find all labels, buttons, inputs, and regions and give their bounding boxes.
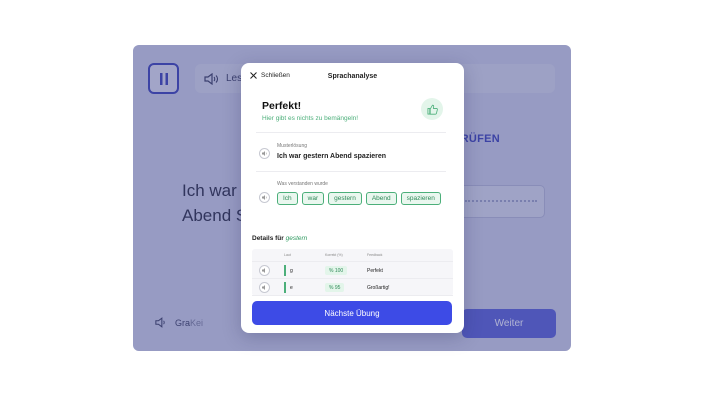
table-row: g % 100 Perfekt [252, 262, 453, 279]
speaker-icon [261, 285, 265, 290]
play-recording-button[interactable] [259, 192, 270, 203]
modal-header: Schließen Sprachanalyse [241, 63, 464, 91]
phoneme-table: Laut Korrekt (%) Feedback g % 100 Perfek… [252, 249, 453, 296]
modal-title: Sprachanalyse [327, 73, 378, 80]
table-row: e % 95 Großartig! [252, 279, 453, 296]
speaker-icon [261, 195, 267, 200]
play-sound-button[interactable] [259, 265, 270, 276]
word-chip[interactable]: Ich [277, 192, 298, 205]
recognized-words: Ich war gestern Abend spazieren [277, 192, 441, 205]
score-bar [284, 282, 286, 293]
thumbs-up-icon [427, 104, 438, 115]
thumbs-up-badge [421, 98, 443, 120]
solution-text: Ich war gestern Abend spazieren [277, 153, 387, 160]
screen: Lese Ich war Abend S PRÜFEN GraKei Weite… [0, 0, 704, 396]
speaker-icon [261, 268, 265, 273]
details-word: gestern [285, 235, 308, 242]
divider [256, 171, 446, 172]
result-title: Perfekt! [262, 100, 302, 112]
play-sound-button[interactable] [259, 282, 270, 293]
play-solution-button[interactable] [259, 148, 270, 159]
understood-label: Was verstanden wurde [277, 181, 328, 187]
speaker-icon [261, 151, 267, 156]
word-chip[interactable]: spazieren [400, 192, 441, 205]
word-chip[interactable]: Abend [365, 192, 397, 205]
next-exercise-button[interactable]: Nächste Übung [252, 301, 452, 325]
score-badge: % 95 [325, 283, 345, 292]
table-header: Laut Korrekt (%) Feedback [252, 249, 453, 262]
divider [256, 132, 446, 133]
details-heading: Details für gestern [252, 235, 308, 242]
score-badge: % 100 [325, 266, 348, 275]
word-chip[interactable]: gestern [328, 192, 362, 205]
speech-analysis-modal: Schließen Sprachanalyse Perfekt! Hier gi… [241, 63, 464, 333]
score-bar [284, 265, 286, 276]
word-chip[interactable]: war [301, 192, 325, 205]
result-subtitle: Hier gibt es nichts zu bemängeln! [262, 115, 359, 122]
solution-label: Musterlösung [277, 143, 308, 149]
